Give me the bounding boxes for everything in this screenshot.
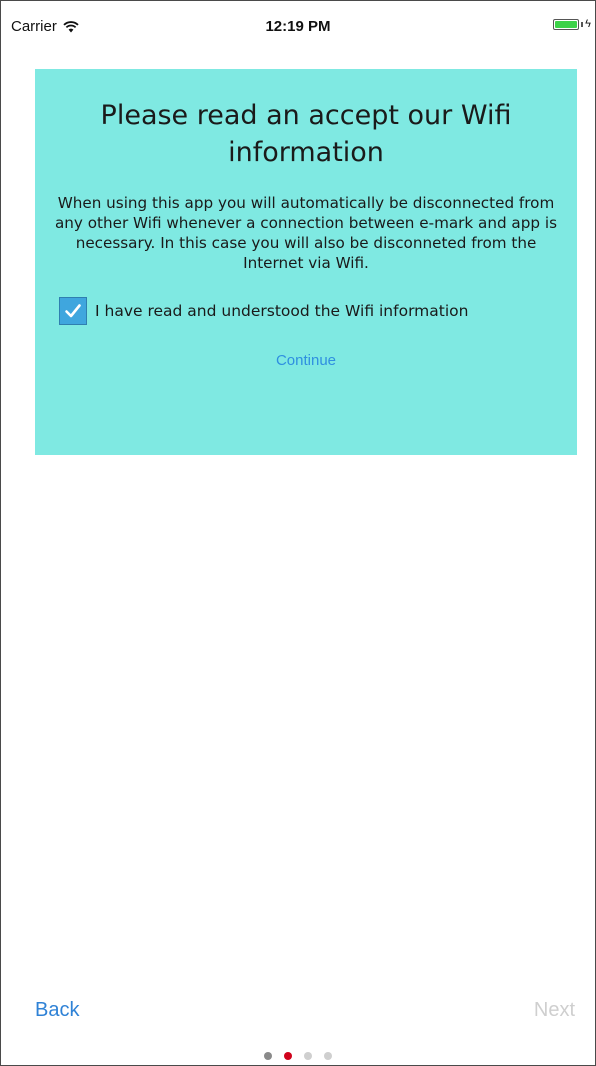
app-screen: Carrier 12:19 PM ϟ Please read an accept… [0, 0, 596, 1066]
battery-body [553, 19, 580, 30]
page-dot[interactable] [264, 1052, 272, 1060]
charging-bolt-icon: ϟ [585, 18, 591, 30]
battery-fill [555, 21, 578, 28]
card-title: Please read an accept our Wifi informati… [100, 100, 512, 168]
page-dot[interactable] [284, 1052, 292, 1060]
continue-button[interactable]: Continue [246, 351, 366, 370]
status-bar: Carrier 12:19 PM ϟ [1, 1, 595, 57]
acknowledge-checkbox[interactable] [59, 297, 87, 325]
page-dot[interactable] [324, 1052, 332, 1060]
battery-charging-icon: ϟ [553, 19, 591, 30]
wifi-info-card: Please read an accept our Wifi informati… [35, 69, 577, 455]
page-dot[interactable] [304, 1052, 312, 1060]
back-button[interactable]: Back [35, 999, 79, 1022]
acknowledge-row[interactable]: I have read and understood the Wifi info… [59, 297, 577, 325]
acknowledge-label[interactable]: I have read and understood the Wifi info… [95, 302, 468, 320]
card-description: When using this app you will automatical… [55, 194, 557, 272]
battery-tip [581, 22, 584, 27]
checkmark-icon [65, 304, 81, 318]
next-button[interactable]: Next [534, 999, 575, 1022]
status-time: 12:19 PM [265, 18, 331, 35]
page-indicator[interactable] [1, 1052, 595, 1060]
